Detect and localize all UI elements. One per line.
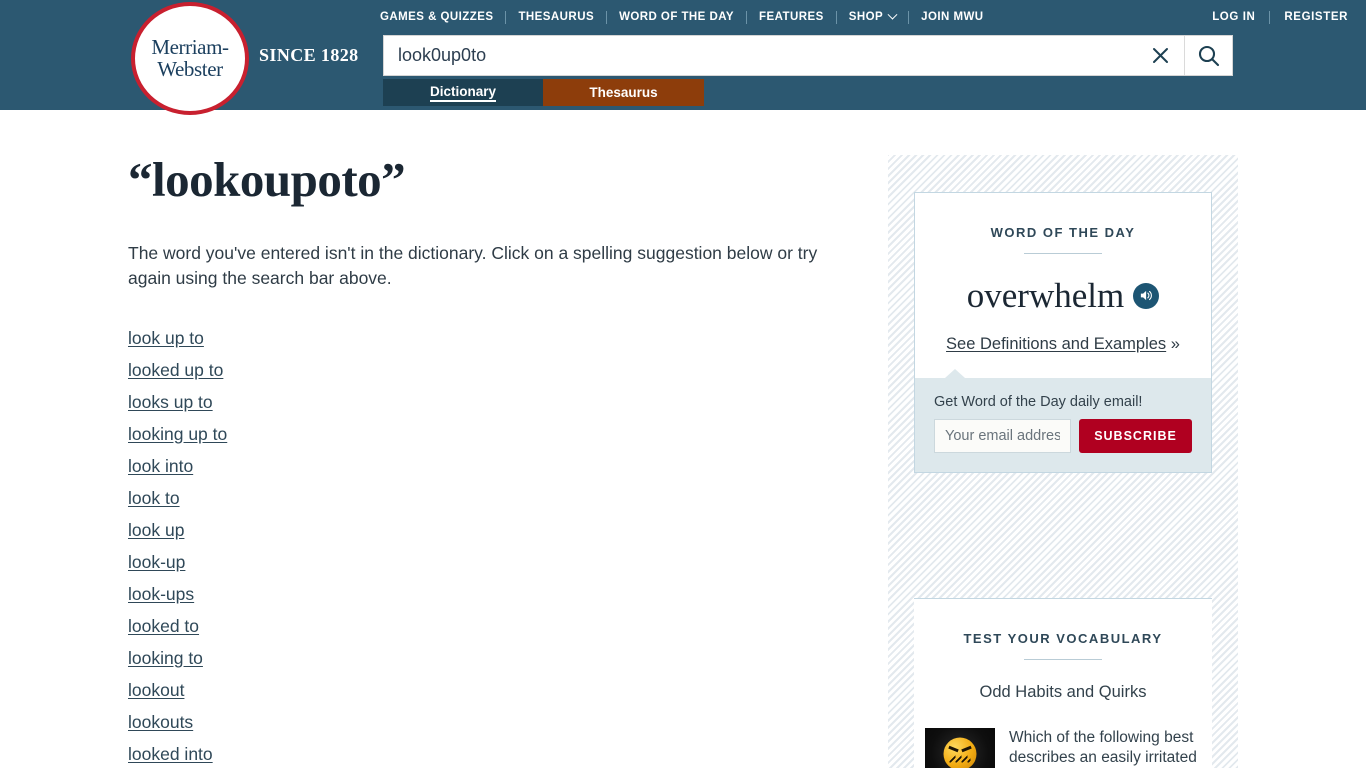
suggestion-link[interactable]: looking up to (128, 418, 227, 450)
word-of-the-day-email-signup: Get Word of the Day daily email! SUBSCRI… (915, 369, 1211, 472)
tab-thesaurus-label: Thesaurus (589, 85, 658, 100)
suggestion-link[interactable]: look-ups (128, 578, 194, 610)
see-definitions-link[interactable]: See Definitions and Examples (946, 335, 1166, 353)
word-of-the-day-word-row: overwhelm (915, 278, 1211, 313)
page-body: “lookoupoto” The word you've entered isn… (0, 110, 1366, 768)
word-of-the-day-word: overwhelm (966, 276, 1125, 315)
list-item: looked to (128, 610, 868, 642)
list-item: look into (128, 450, 868, 482)
subscribe-button[interactable]: SUBSCRIBE (1079, 419, 1192, 453)
eyebrow-left (948, 745, 959, 753)
eyebrow-right (961, 745, 972, 753)
since-tagline: SINCE 1828 (259, 45, 359, 65)
list-item: look-up (128, 546, 868, 578)
list-item: looked into (128, 738, 868, 768)
test-your-vocabulary-card: TEST YOUR VOCABULARY Odd Habits and Quir… (914, 598, 1212, 768)
nav-item-games-quizzes[interactable]: GAMES & QUIZZES (380, 10, 505, 24)
suggestion-link[interactable]: look up (128, 514, 184, 546)
search-scope-tabs: Dictionary Thesaurus (383, 79, 704, 106)
suggestion-link[interactable]: look up to (128, 322, 204, 354)
suggestion-link[interactable]: look to (128, 482, 180, 514)
logo-line-2: Webster (157, 57, 223, 81)
suggestion-link[interactable]: look-up (128, 546, 185, 578)
suggestion-link[interactable]: looked up to (128, 354, 223, 386)
quiz-title: Odd Habits and Quirks (979, 683, 1147, 701)
account-nav: LOG IN REGISTER (1198, 8, 1348, 26)
spelling-suggestions-list: look up to looked up to looks up to look… (128, 322, 868, 768)
clear-search-button[interactable] (1136, 36, 1184, 75)
suggestion-link[interactable]: lookouts (128, 706, 193, 738)
nav-item-features[interactable]: FEATURES (747, 10, 836, 24)
no-result-message: The word you've entered isn't in the dic… (128, 243, 818, 289)
email-signup-label: Get Word of the Day daily email! (934, 394, 1143, 410)
search-icon (1198, 45, 1219, 66)
suggestion-link[interactable]: look into (128, 450, 193, 482)
nav-item-shop-label: SHOP (848, 11, 884, 23)
list-item: look up to (128, 322, 868, 354)
list-item: look to (128, 482, 868, 514)
list-item: look up (128, 514, 868, 546)
divider (1024, 659, 1102, 660)
quiz-body: Which of the following best describes an… (914, 728, 1212, 768)
angry-face-ball (943, 737, 977, 768)
list-item: looking up to (128, 418, 868, 450)
primary-nav: GAMES & QUIZZES THESAURUS WORD OF THE DA… (380, 8, 996, 26)
word-of-the-day-card: WORD OF THE DAY overwhelm See Definition… (914, 192, 1212, 473)
list-item: looked up to (128, 354, 868, 386)
email-signup-row: SUBSCRIBE (934, 419, 1192, 453)
sidebar: WORD OF THE DAY overwhelm See Definition… (888, 155, 1238, 768)
list-item: looking to (128, 642, 868, 674)
suggestion-link[interactable]: lookout (128, 674, 184, 706)
site-header: Merriam- Webster SINCE 1828 GAMES & QUIZ… (0, 0, 1366, 115)
list-item: lookout (128, 674, 868, 706)
tab-dictionary[interactable]: Dictionary (383, 79, 543, 106)
list-item: looks up to (128, 386, 868, 418)
list-item: look-ups (128, 578, 868, 610)
nav-item-join-mwu[interactable]: JOIN MWU (909, 10, 995, 24)
quiz-thumbnail-image (925, 728, 995, 768)
suggestion-link[interactable]: looking to (128, 642, 203, 674)
submit-search-button[interactable] (1184, 36, 1232, 75)
tab-thesaurus[interactable]: Thesaurus (543, 79, 704, 106)
logo-line-1: Merriam- (151, 35, 229, 59)
close-icon (1152, 48, 1168, 63)
list-item: lookouts (128, 706, 868, 738)
tab-dictionary-label: Dictionary (429, 84, 497, 102)
link-suffix: » (1170, 335, 1180, 353)
search-bar (383, 35, 1233, 76)
divider (1024, 253, 1102, 254)
nav-item-shop[interactable]: SHOP (837, 9, 908, 24)
pronounce-audio-button[interactable] (1133, 282, 1160, 309)
nav-item-word-of-the-day[interactable]: WORD OF THE DAY (607, 10, 746, 24)
page-title: “lookoupoto” (128, 152, 406, 207)
main-content: “lookoupoto” The word you've entered isn… (128, 155, 868, 768)
zigzag-mouth (949, 755, 971, 763)
suggestion-link[interactable]: looked into (128, 738, 213, 768)
chevron-down-icon (887, 9, 898, 20)
log-in-link[interactable]: LOG IN (1198, 11, 1269, 23)
suggestion-link[interactable]: looked to (128, 610, 199, 642)
site-logo[interactable]: Merriam- Webster (131, 2, 249, 115)
search-input[interactable] (384, 36, 1136, 75)
quiz-question: Which of the following best describes an… (1009, 729, 1197, 766)
register-link[interactable]: REGISTER (1270, 11, 1348, 23)
email-field[interactable] (934, 419, 1071, 453)
logo-oval: Merriam- Webster (131, 2, 249, 115)
nav-item-thesaurus[interactable]: THESAURUS (506, 10, 606, 24)
suggestion-link[interactable]: looks up to (128, 386, 213, 418)
quiz-kicker: TEST YOUR VOCABULARY (963, 631, 1163, 646)
speaker-icon (1140, 290, 1152, 301)
word-of-the-day-kicker: WORD OF THE DAY (990, 225, 1136, 240)
